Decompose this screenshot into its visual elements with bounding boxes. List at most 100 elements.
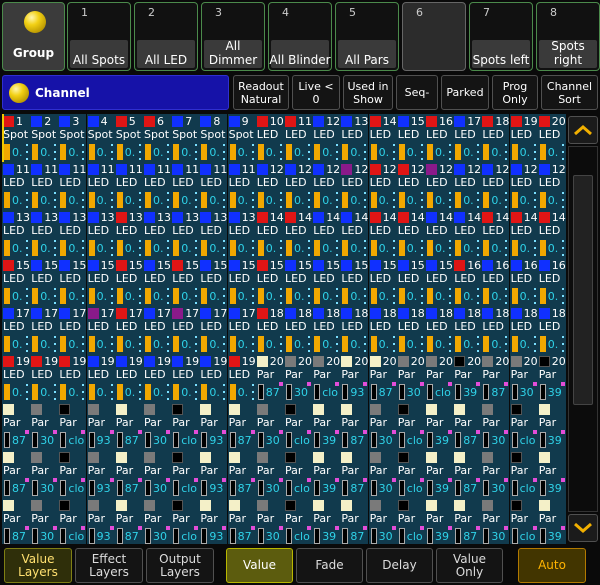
channel-cell[interactable]: Par clo xyxy=(396,498,425,544)
channel-cell[interactable]: 12 LED 0. xyxy=(312,162,341,210)
channel-cell[interactable]: 14 LED 0. xyxy=(340,210,369,258)
toolbar-button-seq[interactable]: Seq- xyxy=(396,75,438,110)
channel-cell[interactable]: 11 LED 0. xyxy=(2,162,30,210)
channel-cell[interactable]: Par clo xyxy=(396,402,425,450)
channel-cell[interactable]: 15 LED 0. xyxy=(368,258,397,306)
channel-cell[interactable]: 3 Spot 0. xyxy=(58,114,87,162)
channel-cell[interactable]: 17 LED 0. xyxy=(30,306,59,354)
channel-cell[interactable]: 16 LED 0. xyxy=(481,258,510,306)
channel-cell[interactable]: 13 LED 0. xyxy=(143,210,171,258)
channel-cell[interactable]: Par 30 xyxy=(368,450,397,498)
channel-cell[interactable]: 20 Par 30 xyxy=(396,354,425,402)
channel-cell[interactable]: 18 LED 0. xyxy=(368,306,397,354)
toolbar-button-live-0[interactable]: Live < 0 xyxy=(292,75,340,110)
channel-cell[interactable]: 18 LED 0. xyxy=(481,306,510,354)
channel-cell[interactable]: Par 87 xyxy=(227,450,256,498)
channel-cell[interactable]: 12 LED 0. xyxy=(396,162,425,210)
channel-cell[interactable]: Par 87 xyxy=(340,450,369,498)
grid-scrollbar[interactable] xyxy=(568,114,598,544)
channel-cell[interactable]: Par 87 xyxy=(227,498,256,544)
channel-cell[interactable]: 14 LED 0. xyxy=(537,210,566,258)
bottom-button-auto[interactable]: Auto xyxy=(518,548,586,583)
channel-cell[interactable]: 18 LED 0. xyxy=(255,306,284,354)
channel-cell[interactable]: 17 LED 0. xyxy=(114,306,143,354)
channel-cell[interactable]: 13 LED 0. xyxy=(340,114,369,162)
channel-cell[interactable]: Par 30 xyxy=(30,450,59,498)
channel-cell[interactable]: 11 LED 0. xyxy=(284,114,312,162)
channel-cell[interactable]: Par clo xyxy=(58,402,87,450)
channel-cell[interactable]: 14 LED 0. xyxy=(425,210,453,258)
channel-cell[interactable]: 10 LED 0. xyxy=(255,114,284,162)
channel-cell[interactable]: 16 LED 0. xyxy=(509,258,538,306)
channel-cell[interactable]: 15 LED 0. xyxy=(114,258,143,306)
channel-cell[interactable]: Par 30 xyxy=(30,402,59,450)
channel-cell[interactable]: Par 30 xyxy=(143,498,171,544)
channel-cell[interactable]: 11 LED 0. xyxy=(199,162,228,210)
channel-cell[interactable]: 11 LED 0. xyxy=(143,162,171,210)
channel-cell[interactable]: Par 30 xyxy=(255,498,284,544)
channel-cell[interactable]: 20 Par 39 xyxy=(537,354,566,402)
channel-cell[interactable]: 11 LED 0. xyxy=(30,162,59,210)
toolbar-button-prog-only[interactable]: Prog Only xyxy=(492,75,538,110)
channel-cell[interactable]: 15 LED 0. xyxy=(227,258,256,306)
channel-cell[interactable]: 13 LED 0. xyxy=(114,210,143,258)
channel-cell[interactable]: 20 Par 87 xyxy=(368,354,397,402)
channel-cell[interactable]: 17 LED 0. xyxy=(86,306,115,354)
channel-cell[interactable]: 15 LED 0. xyxy=(30,258,59,306)
channel-cell[interactable]: 15 LED 0. xyxy=(2,258,30,306)
channel-cell[interactable]: 14 LED 0. xyxy=(396,210,425,258)
toolbar-button-readout-natural[interactable]: Readout Natural xyxy=(233,75,289,110)
channel-cell[interactable]: 19 LED 0. xyxy=(86,354,115,402)
bottom-button-value-layers[interactable]: Value Layers xyxy=(4,548,72,583)
scroll-track[interactable] xyxy=(568,146,598,512)
channel-cell[interactable]: Par 93 xyxy=(86,402,115,450)
channel-cell[interactable]: 15 LED 0. xyxy=(284,258,312,306)
channel-cell[interactable]: 13 LED 0. xyxy=(30,210,59,258)
channel-cell[interactable]: 15 LED 0. xyxy=(425,258,453,306)
channel-cell[interactable]: 13 LED 0. xyxy=(86,210,115,258)
channel-cell[interactable]: Par 87 xyxy=(114,450,143,498)
channel-cell[interactable]: Par 93 xyxy=(86,498,115,544)
channel-cell[interactable]: 14 LED 0. xyxy=(255,210,284,258)
channel-cell[interactable]: 11 LED 0. xyxy=(86,162,115,210)
channel-cell[interactable]: 15 LED 0. xyxy=(58,258,87,306)
channel-cell[interactable]: Par clo xyxy=(58,498,87,544)
channel-cell[interactable]: 12 LED 0. xyxy=(453,162,482,210)
scroll-up-button[interactable] xyxy=(568,116,598,144)
channel-cell[interactable]: 12 LED 0. xyxy=(284,162,312,210)
channel-cell[interactable]: 14 LED 0. xyxy=(312,210,341,258)
channel-cell[interactable]: Par 39 xyxy=(312,450,341,498)
group-master-button[interactable]: Group xyxy=(2,2,65,71)
channel-cell[interactable]: 15 LED 0. xyxy=(396,114,425,162)
channel-cell[interactable]: 16 LED 0. xyxy=(425,114,453,162)
channel-cell[interactable]: 18 LED 0. xyxy=(481,114,510,162)
channel-cell[interactable]: 2 Spot 0. xyxy=(30,114,59,162)
channel-cell[interactable]: 12 LED 0. xyxy=(509,162,538,210)
channel-cell[interactable]: 5 Spot 0. xyxy=(114,114,143,162)
channel-cell[interactable]: Par 87 xyxy=(453,450,482,498)
bottom-button-fade[interactable]: Fade xyxy=(296,548,363,583)
channel-cell[interactable]: 20 Par clo xyxy=(312,354,341,402)
channel-cell[interactable]: Par 30 xyxy=(368,402,397,450)
channel-cell[interactable]: 14 LED 0. xyxy=(284,210,312,258)
channel-cell[interactable]: Par clo xyxy=(509,402,538,450)
channel-cell[interactable]: Par 93 xyxy=(86,450,115,498)
channel-cell[interactable]: 12 LED 0. xyxy=(368,162,397,210)
channel-cell[interactable]: Par 39 xyxy=(312,402,341,450)
channel-cell[interactable]: Par clo xyxy=(509,498,538,544)
channel-cell[interactable]: 17 LED 0. xyxy=(227,306,256,354)
channel-cell[interactable]: Par 87 xyxy=(227,402,256,450)
channel-cell[interactable]: Par 87 xyxy=(114,498,143,544)
channel-cell[interactable]: Par 30 xyxy=(143,450,171,498)
channel-cell[interactable]: 15 LED 0. xyxy=(312,258,341,306)
channel-cell[interactable]: 16 LED 0. xyxy=(537,258,566,306)
channel-cell[interactable]: 18 LED 0. xyxy=(340,306,369,354)
channel-cell[interactable]: 4 Spot 0. xyxy=(86,114,115,162)
group-button-5[interactable]: 5 All Pars xyxy=(335,2,399,71)
channel-cell[interactable]: 19 LED 0. xyxy=(58,354,87,402)
scroll-down-button[interactable] xyxy=(568,514,598,542)
channel-cell[interactable]: 14 LED 0. xyxy=(368,210,397,258)
channel-cell[interactable]: 8 Spot 0. xyxy=(199,114,228,162)
group-button-2[interactable]: 2 All LED xyxy=(134,2,198,71)
channel-cell[interactable]: 19 LED 0. xyxy=(143,354,171,402)
